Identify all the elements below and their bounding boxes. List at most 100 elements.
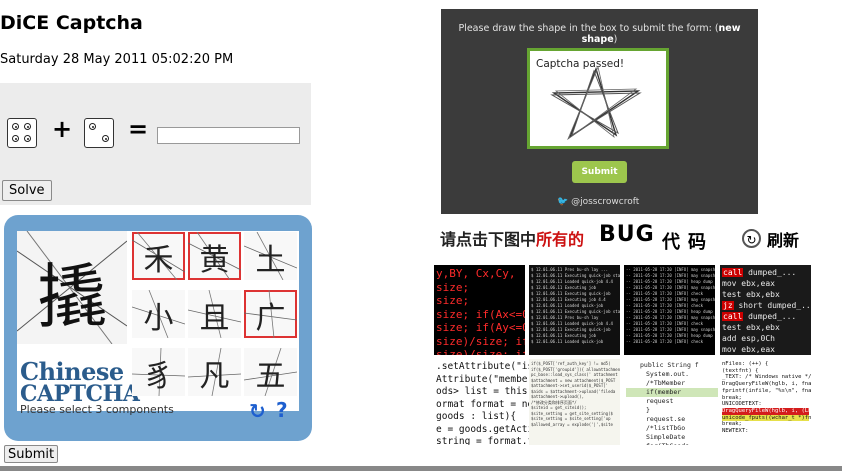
component-cell[interactable]: 广	[244, 290, 297, 338]
component-cell[interactable]: 土	[244, 232, 297, 280]
dice-face-two-icon	[84, 118, 114, 148]
submit-button[interactable]: Submit	[4, 445, 59, 463]
code-line: break;	[722, 394, 742, 401]
refresh-circle-icon[interactable]: ↻	[742, 229, 761, 248]
component-character: 黄	[199, 243, 230, 278]
code-line: request.se	[646, 415, 686, 423]
code-screenshot-5[interactable]: .setAttribute("isL Attribute("member" ods>…	[434, 359, 529, 445]
bug-word-code: 代码	[662, 232, 714, 253]
code-line: /*listTbGo	[646, 424, 686, 432]
code-line: test ebx,ebx	[722, 323, 780, 332]
code-line: mov ebx,eax	[722, 345, 775, 354]
shape-drawing-canvas[interactable]: Captcha passed!	[527, 48, 669, 149]
page-bottom-border	[0, 466, 842, 471]
code-line: size)/size; if(By<=0	[436, 348, 525, 355]
drawn-star-icon	[550, 65, 642, 141]
component-cell[interactable]: 豸	[132, 348, 185, 396]
dice-captcha-title: DiCE Captcha	[0, 12, 143, 34]
code-line: size;	[436, 294, 470, 307]
target-character: 撬	[37, 256, 107, 338]
code-line: DragQueryFileW(hglb, i, fname	[722, 381, 811, 388]
dice-face-four-icon	[7, 118, 37, 148]
code-screenshot-4[interactable]: call dumped_...mov ebx,eax test ebx,ebx jz…	[720, 265, 811, 355]
code-line: UNICODETEXT:	[722, 401, 762, 408]
code-screenshot-6[interactable]: if($_POST['ref_auth_key'] != md5(if($_PO…	[529, 359, 620, 445]
code-line: size)/size; if(Bx<=0	[436, 334, 525, 348]
code-line: size; if(Ay<=0)	[436, 321, 525, 334]
code-line: NEWTEXT:	[722, 428, 749, 435]
code-line: if(member	[626, 388, 718, 397]
credit-handle: @josscrowcroft	[571, 197, 640, 207]
code-line: string = format.fo	[436, 436, 529, 445]
code-line: /*TbMember	[646, 379, 686, 387]
shape-prompt-text: Please draw the shape in the box to subm…	[458, 23, 719, 34]
code-line: request	[646, 397, 674, 405]
component-character: 且	[199, 301, 230, 336]
code-line: public String f	[640, 361, 699, 369]
code-line: y,BY, Cx,Cy,	[436, 267, 516, 280]
shape-prompt-end: )	[613, 34, 618, 45]
component-cell[interactable]: 禾	[132, 232, 185, 280]
code-screenshot-8[interactable]: nFiles: (++) {(textfnt) {_TEXT: /* Windo…	[720, 359, 811, 445]
shape-submit-button[interactable]: Submit	[572, 161, 627, 183]
code-line: System.out.	[646, 370, 690, 378]
bug-refresh-label[interactable]: 刷新	[767, 227, 799, 251]
code-line: ormat format = new	[436, 398, 529, 410]
dice-captcha-panel: + = Solve	[0, 83, 311, 205]
bug-instruction-pre: 请点击下图中	[440, 230, 537, 249]
component-cell[interactable]: 五	[244, 348, 297, 396]
dice-answer-input[interactable]	[157, 127, 300, 144]
component-character: 小	[143, 301, 174, 336]
code-line: ods> list = this.g	[436, 386, 529, 397]
code-line: e = goods.getActi	[436, 423, 529, 435]
component-character: 五	[255, 359, 286, 394]
twitter-credit[interactable]: 🐦 @josscrowcroft	[557, 197, 639, 207]
component-cell[interactable]: 小	[132, 290, 185, 338]
captcha-status-text: Please select 3 components	[20, 403, 174, 416]
refresh-icon[interactable]: ↻	[249, 399, 266, 423]
code-line: }	[646, 406, 650, 414]
component-cell[interactable]: 且	[188, 290, 241, 338]
component-character: 豸	[143, 359, 174, 394]
code-line: Attribute("member"	[436, 373, 529, 385]
shape-captcha-panel: Please draw the shape in the box to subm…	[441, 9, 758, 214]
code-line: call dumped_...	[722, 268, 797, 277]
code-line: _TEXT: /* Windows native */	[722, 374, 811, 381]
code-line: goods : list){	[436, 411, 517, 422]
code-line: DragQueryFileW(hglb, i, (LPW	[722, 407, 811, 415]
bug-word: BUG	[599, 222, 655, 247]
code-line: nFiles: (++) {	[722, 361, 769, 367]
component-character: 广	[255, 301, 286, 336]
dice-date-label: Saturday 28 May 2011 05:02:20 PM	[0, 52, 234, 67]
code-screenshot-2[interactable]: $ 12.01.06.11 Pres bu-sh lay ... $ 12.01.…	[529, 265, 620, 355]
code-line: unicode_fputs((wchar_t *)fname	[722, 414, 811, 422]
code-screenshot-1[interactable]: y,BY, Cx,Cy,size;size;size; if(Ax<=0)siz…	[434, 265, 525, 355]
chinese-captcha-panel: 撬 Chinese CAPTCHA 禾黄土小且广豸凡五 Please selec…	[4, 215, 312, 441]
component-character: 禾	[143, 243, 174, 278]
code-line: add esp,0Ch	[722, 334, 775, 343]
component-cell[interactable]: 黄	[188, 232, 241, 280]
component-character: 土	[255, 243, 286, 278]
code-line: fprintf(infile, "%s\n", fname	[722, 387, 811, 394]
code-line: jz short dumped_..004E	[722, 301, 811, 310]
code-screenshot-7[interactable]: public String f System.out./*TbMember if(m…	[624, 359, 720, 445]
code-screenshot-3[interactable]: -- 2011-05-28 17:20 [INFO] may snapshot -…	[624, 265, 715, 355]
shape-prompt: Please draw the shape in the box to subm…	[441, 23, 758, 45]
twitter-bird-icon: 🐦	[557, 197, 569, 207]
bug-instruction-red: 所有的	[536, 230, 585, 249]
bug-instruction: 请点击下图中所有的	[440, 226, 584, 250]
component-cell[interactable]: 凡	[188, 348, 241, 396]
code-line: size;	[436, 280, 470, 294]
code-line: test ebx,ebx	[722, 290, 780, 299]
chinese-captcha-grid: 撬 Chinese CAPTCHA 禾黄土小且广豸凡五	[17, 231, 299, 411]
chinese-captcha-logo: Chinese CAPTCHA	[17, 355, 140, 407]
target-character-image: 撬	[17, 231, 127, 344]
code-line: .setAttribute("isL	[436, 361, 529, 372]
equals-operator: =	[128, 115, 149, 143]
code-line: (textfnt) {	[722, 367, 759, 374]
plus-operator: +	[52, 115, 73, 143]
solve-button[interactable]: Solve	[2, 180, 52, 201]
code-line: mov ebx,eax	[722, 279, 775, 288]
bug-captcha-panel: 请点击下图中所有的 BUG 代码 ↻ 刷新 y,BY, Cx,Cy, size; s…	[424, 216, 815, 445]
help-icon[interactable]: ?	[276, 398, 288, 422]
